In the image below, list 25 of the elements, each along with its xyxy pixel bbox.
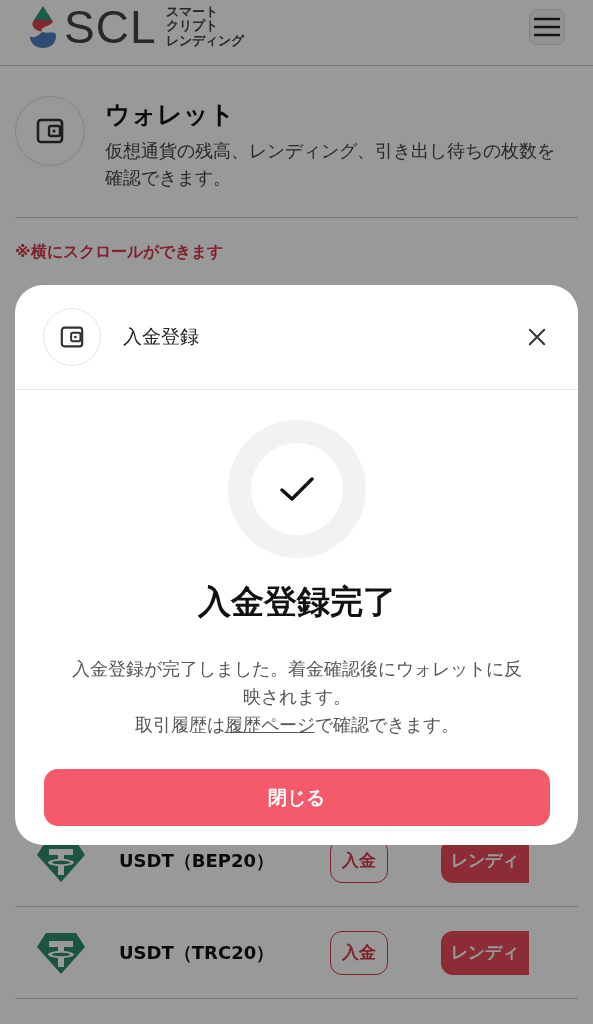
- deposit-button[interactable]: 入金: [330, 930, 388, 975]
- menu-button[interactable]: [529, 8, 565, 45]
- history-page-link[interactable]: 履歴ページ: [224, 714, 315, 735]
- logo-subtitle: スマート: [166, 5, 220, 20]
- lending-button[interactable]: レンディ: [441, 930, 529, 975]
- drop-logo-icon: [28, 5, 58, 48]
- scroll-note: ※横にスクロールができます: [15, 242, 224, 263]
- logo-text: SCL: [64, 3, 157, 50]
- success-heading: 入金登録完了: [197, 581, 396, 623]
- close-button[interactable]: 閉じる: [43, 769, 550, 826]
- asset-name: USDT（BEP20）: [119, 848, 276, 873]
- check-icon: [279, 476, 314, 502]
- history-note: 取引履歴は履歴ページで確認できます。: [133, 713, 460, 737]
- menu-icon: [534, 16, 560, 37]
- success-message: 入金登録が完了しました。着金確認後にウォレットに反映されます。: [70, 657, 523, 709]
- page-title: ウォレット: [105, 99, 236, 131]
- page-description: 仮想通貨の残高、レンディング、引き出し待ちの枚数を確認できます。: [105, 139, 556, 190]
- logo-subtitle: レンディング: [166, 33, 245, 48]
- wallet-icon: [60, 326, 84, 348]
- close-icon: [528, 328, 546, 346]
- logo-subtitle: クリプト: [166, 19, 220, 34]
- asset-name: USDT（TRC20）: [119, 940, 276, 965]
- tether-coin-icon: [36, 930, 86, 975]
- modal-title: 入金登録: [123, 324, 200, 349]
- wallet-icon: [36, 118, 64, 144]
